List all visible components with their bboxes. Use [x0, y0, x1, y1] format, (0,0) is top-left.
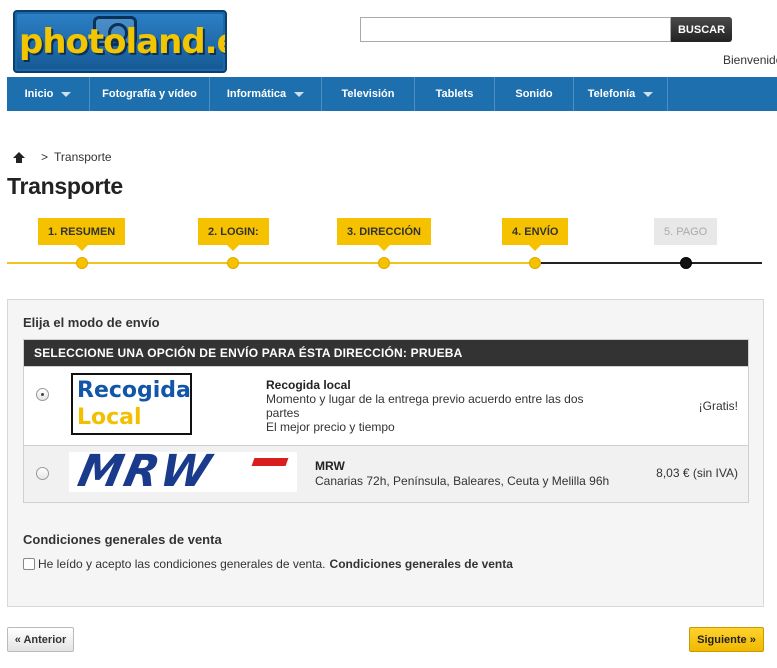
step-envio: 4. ENVÍO — [502, 218, 569, 251]
carrier-price: 8,03 € (sin IVA) — [656, 466, 738, 480]
terms-link[interactable]: Condiciones generales de venta — [330, 557, 513, 571]
carrier-desc-line: El mejor precio y tiempo — [266, 420, 395, 434]
step-dot — [680, 257, 692, 269]
chevron-down-icon — [61, 91, 72, 97]
nav-item-informatica[interactable]: Informática — [210, 77, 322, 111]
nav-item-television[interactable]: Televisión — [322, 77, 415, 111]
shipping-option-mrw[interactable]: MRW MRW Canarias 72h, Península, Baleare… — [24, 445, 748, 502]
progress-line-pending — [535, 262, 762, 264]
nav-item-fotografia[interactable]: Fotografía y vídeo — [90, 77, 210, 111]
nav-item-inicio[interactable]: Inicio — [7, 77, 90, 111]
site-logo[interactable]: photoland.es — [13, 10, 227, 73]
nav-item-telefonia[interactable]: Telefonía — [574, 77, 668, 111]
nav-item-label: Sonido — [515, 88, 553, 100]
shipping-radio-recogida[interactable] — [36, 388, 49, 401]
nav-item-label: Fotografía y vídeo — [102, 88, 197, 100]
shipping-radio-mrw[interactable] — [36, 467, 49, 480]
shipping-options-table: SELECCIONE UNA OPCIÓN DE ENVÍO PARA ÉSTA… — [23, 339, 749, 503]
home-icon[interactable] — [13, 151, 25, 163]
search-button[interactable]: BUSCAR — [671, 17, 732, 42]
carrier-name: MRW — [315, 459, 345, 473]
terms-label[interactable]: He leído y acepto las condiciones genera… — [38, 557, 326, 571]
previous-button[interactable]: « Anterior — [7, 627, 74, 652]
shipping-table-header: SELECCIONE UNA OPCIÓN DE ENVÍO PARA ÉSTA… — [24, 340, 748, 366]
nav-item-sonido[interactable]: Sonido — [495, 77, 574, 111]
main-nav: Inicio Fotografía y vídeo Informática Te… — [7, 77, 777, 111]
conditions-row: He leído y acepto las condiciones genera… — [23, 557, 513, 571]
breadcrumb-separator: > — [41, 150, 49, 164]
carrier-name: Recogida local — [266, 378, 351, 392]
recogida-local-logo: Recogida Local — [71, 373, 192, 435]
nav-item-label: Telefonía — [587, 88, 636, 100]
logo-line: Recogida — [77, 378, 191, 403]
terms-checkbox[interactable] — [23, 558, 35, 570]
carrier-description: Canarias 72h, Península, Baleares, Ceuta… — [315, 474, 610, 488]
carrier-description: Momento y lugar de la entrega previo acu… — [266, 392, 596, 434]
step-dot — [378, 257, 390, 269]
checkout-steps: 1. RESUMEN 2. LOGIN: 3. DIRECCIÓN 4. ENV… — [7, 218, 762, 274]
logo-text: photoland.es — [19, 22, 225, 62]
shipping-title: Elija el modo de envío — [23, 315, 160, 330]
chevron-down-icon — [294, 91, 305, 97]
carrier-desc-line: Momento y lugar de la entrega previo acu… — [266, 392, 584, 406]
welcome-text: Bienvenido — [723, 53, 777, 67]
step-dot — [227, 257, 239, 269]
mrw-logo-text: MRW — [73, 452, 217, 492]
shipping-option-recogida[interactable]: Recogida Local Recogida local Momento y … — [24, 366, 748, 445]
mrw-logo: MRW — [69, 452, 297, 492]
carrier-desc-line: partes — [266, 406, 300, 420]
breadcrumb-current: Transporte — [54, 150, 112, 164]
nav-item-label: Inicio — [24, 88, 54, 100]
carrier-price: ¡Gratis! — [698, 399, 738, 413]
step-dot — [529, 257, 541, 269]
step-direccion[interactable]: 3. DIRECCIÓN — [337, 218, 431, 251]
step-resumen[interactable]: 1. RESUMEN — [38, 218, 126, 251]
nav-item-label: Televisión — [341, 88, 395, 100]
next-button[interactable]: Siguiente » — [689, 627, 764, 652]
step-dot — [76, 257, 88, 269]
step-login[interactable]: 2. LOGIN: — [198, 218, 269, 251]
breadcrumb: > Transporte — [13, 150, 112, 164]
shipping-panel: Elija el modo de envío SELECCIONE UNA OP… — [7, 299, 764, 607]
conditions-title: Condiciones generales de venta — [23, 532, 222, 547]
step-pago: 5. PAGO — [654, 218, 718, 245]
search-input[interactable] — [360, 17, 671, 42]
chevron-down-icon — [643, 91, 654, 97]
logo-line: Local — [77, 405, 142, 430]
nav-item-label: Tablets — [435, 88, 474, 100]
nav-item-label: Informática — [226, 88, 287, 100]
nav-item-tablets[interactable]: Tablets — [415, 77, 495, 111]
mrw-logo-accent — [251, 458, 289, 466]
page-title: Transporte — [7, 173, 123, 199]
